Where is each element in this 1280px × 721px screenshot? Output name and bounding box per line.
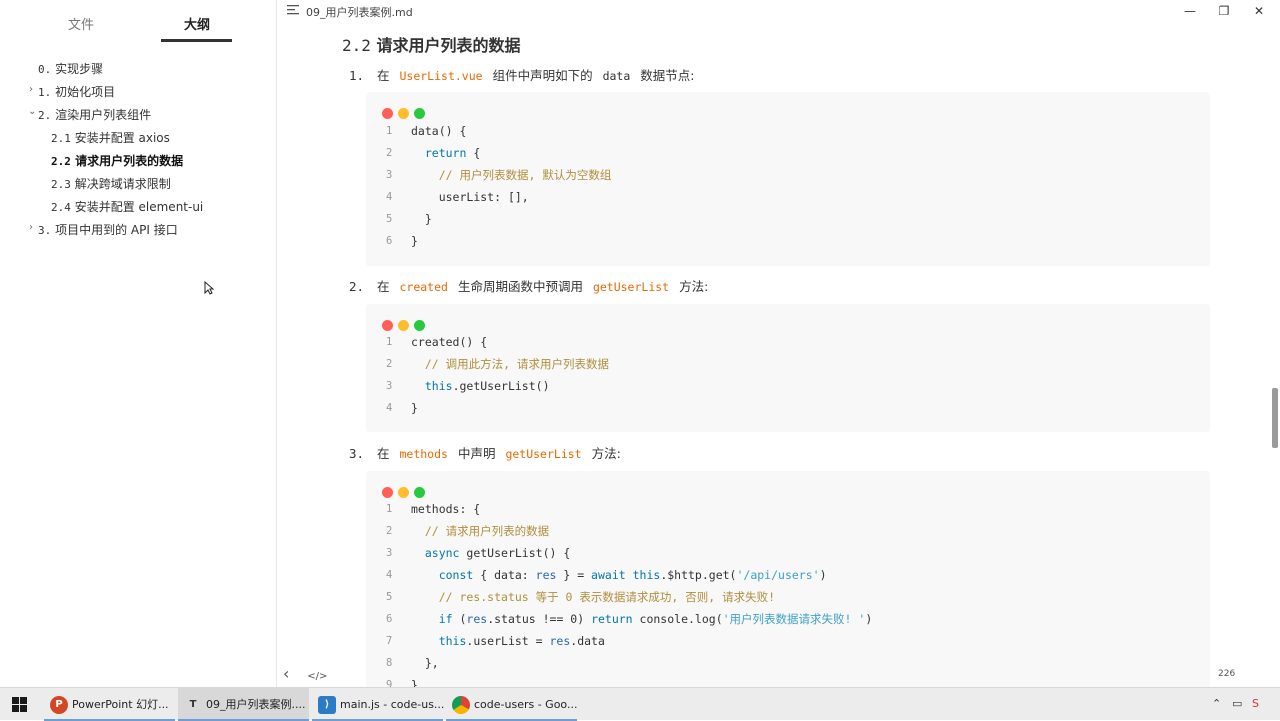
outline-item-3[interactable]: 3. 项目中用到的 API 接口 bbox=[38, 221, 178, 238]
chevron-down-icon[interactable]: ⌄ bbox=[28, 106, 36, 117]
page-heading: 2.2 请求用户列表的数据 bbox=[342, 36, 521, 55]
sidebar-tabs: 文件 大纲 bbox=[0, 14, 277, 42]
code-line: 6} bbox=[386, 234, 418, 248]
code-line: 1 methods: { bbox=[386, 502, 481, 516]
code-line: 3 async getUserList() { bbox=[386, 546, 571, 560]
window-dots bbox=[382, 104, 430, 119]
code-line: 3 // 用户列表数据, 默认为空数组 bbox=[386, 168, 612, 182]
tab-files[interactable]: 文件 bbox=[68, 14, 94, 33]
word-count[interactable]: 226 bbox=[1218, 669, 1235, 679]
chevron-right-icon[interactable]: › bbox=[29, 84, 33, 95]
code-line: 7 this.userList = res.data bbox=[386, 634, 605, 648]
dot-green-icon bbox=[414, 487, 425, 498]
dot-green-icon bbox=[414, 108, 425, 119]
chevron-right-icon[interactable]: › bbox=[29, 222, 33, 233]
typora-icon: T bbox=[189, 699, 197, 710]
code-line: 5 } bbox=[386, 212, 432, 226]
dot-red-icon bbox=[382, 108, 393, 119]
code-line: 2 // 请求用户列表的数据 bbox=[386, 524, 550, 538]
code-line: 4} bbox=[386, 401, 418, 415]
step-2: 2. 在 created 生命周期函数中预调用 getUserList 方法: bbox=[349, 279, 709, 294]
code-line: 4 userList: [], bbox=[386, 190, 529, 204]
code-line: 4 const { data: res } = await this.$http… bbox=[386, 568, 827, 582]
dot-green-icon bbox=[414, 320, 425, 331]
code-block-1[interactable]: 1 data() { 2 return { 3 // 用户列表数据, 默认为空数组… bbox=[366, 92, 1210, 266]
dot-red-icon bbox=[382, 487, 393, 498]
code-line: 1 created() { bbox=[386, 335, 488, 349]
outline-item-2-4[interactable]: 2.4 安装并配置 element-ui bbox=[51, 198, 203, 215]
taskbar-item-powerpoint[interactable]: P PowerPoint 幻灯... bbox=[44, 688, 175, 721]
source-code-icon[interactable]: </> bbox=[307, 671, 327, 682]
input-method-icon[interactable]: S bbox=[1252, 697, 1259, 710]
powerpoint-icon: P bbox=[50, 696, 68, 714]
maximize-button[interactable]: ❐ bbox=[1215, 3, 1233, 19]
taskbar-item-vscode[interactable]: ⟩ main.js - code-us... bbox=[312, 688, 444, 721]
dot-red-icon bbox=[382, 320, 393, 331]
mouse-cursor-icon bbox=[204, 281, 214, 295]
taskbar-item-typora[interactable]: T 09_用户列表案例.... bbox=[178, 688, 309, 721]
windows-start-icon[interactable] bbox=[12, 697, 28, 713]
menu-icon[interactable] bbox=[287, 5, 299, 15]
code-line: 2 return { bbox=[386, 146, 481, 160]
code-line: 3 this.getUserList() bbox=[386, 379, 550, 393]
code-line: 1 data() { bbox=[386, 124, 467, 138]
code-line: 5 // res.status 等于 0 表示数据请求成功, 否则, 请求失败! bbox=[386, 590, 776, 604]
code-line: 8 }, bbox=[386, 656, 439, 670]
dot-yellow-icon bbox=[398, 108, 409, 119]
dot-yellow-icon bbox=[398, 320, 409, 331]
back-arrow-icon[interactable]: ‹ bbox=[283, 664, 289, 683]
title-bar: 09_用户列表案例.md — ❐ ✕ bbox=[277, 0, 1280, 24]
network-icon[interactable]: ▭ bbox=[1232, 697, 1242, 710]
outline-item-2-3[interactable]: 2.3 解决跨域请求限制 bbox=[51, 175, 171, 192]
sidebar: 文件 大纲 0. 实现步骤 › 1. 初始化项目 ⌄ 2. 渲染用户列表组件 2… bbox=[0, 0, 277, 687]
code-line: 2 // 调用此方法, 请求用户列表数据 bbox=[386, 357, 609, 371]
code-block-3[interactable]: 1 methods: { 2 // 请求用户列表的数据 3 async getUs… bbox=[366, 471, 1210, 687]
chrome-icon bbox=[452, 696, 470, 714]
editor-content[interactable]: 2.2 请求用户列表的数据 1. 在 UserList.vue 组件中声明如下的… bbox=[277, 24, 1272, 687]
code-line: 9} bbox=[386, 678, 418, 687]
scrollbar-thumb[interactable] bbox=[1272, 388, 1278, 448]
outline-item-2-1[interactable]: 2.1 安装并配置 axios bbox=[51, 129, 170, 146]
tab-outline[interactable]: 大纲 bbox=[184, 14, 210, 33]
outline-item-2-2[interactable]: 2.2 请求用户列表的数据 bbox=[51, 152, 183, 169]
outline-item-0[interactable]: 0. 实现步骤 bbox=[38, 60, 103, 77]
document-title: 09_用户列表案例.md bbox=[306, 6, 413, 19]
taskbar: P PowerPoint 幻灯... T 09_用户列表案例.... ⟩ mai… bbox=[0, 687, 1280, 721]
minimize-button[interactable]: — bbox=[1181, 3, 1199, 19]
vscode-icon: ⟩ bbox=[318, 696, 336, 714]
step-1: 1. 在 UserList.vue 组件中声明如下的 data 数据节点: bbox=[349, 68, 695, 83]
window-dots bbox=[382, 483, 430, 498]
code-line: 6 if (res.status !== 0) return console.l… bbox=[386, 612, 873, 626]
tray-up-icon[interactable]: ⌃ bbox=[1212, 697, 1221, 710]
outline-item-2[interactable]: 2. 渲染用户列表组件 bbox=[38, 106, 151, 123]
outline-item-1[interactable]: 1. 初始化项目 bbox=[38, 83, 115, 100]
footer-nav: ‹ </> bbox=[283, 664, 327, 683]
dot-yellow-icon bbox=[398, 487, 409, 498]
code-block-2[interactable]: 1 created() { 2 // 调用此方法, 请求用户列表数据 3 this… bbox=[366, 304, 1210, 432]
tab-active-indicator bbox=[161, 39, 232, 42]
step-3: 3. 在 methods 中声明 getUserList 方法: bbox=[349, 446, 621, 461]
close-button[interactable]: ✕ bbox=[1250, 3, 1268, 19]
window-dots bbox=[382, 316, 430, 331]
taskbar-item-chrome[interactable]: code-users - Goo... bbox=[446, 688, 577, 721]
